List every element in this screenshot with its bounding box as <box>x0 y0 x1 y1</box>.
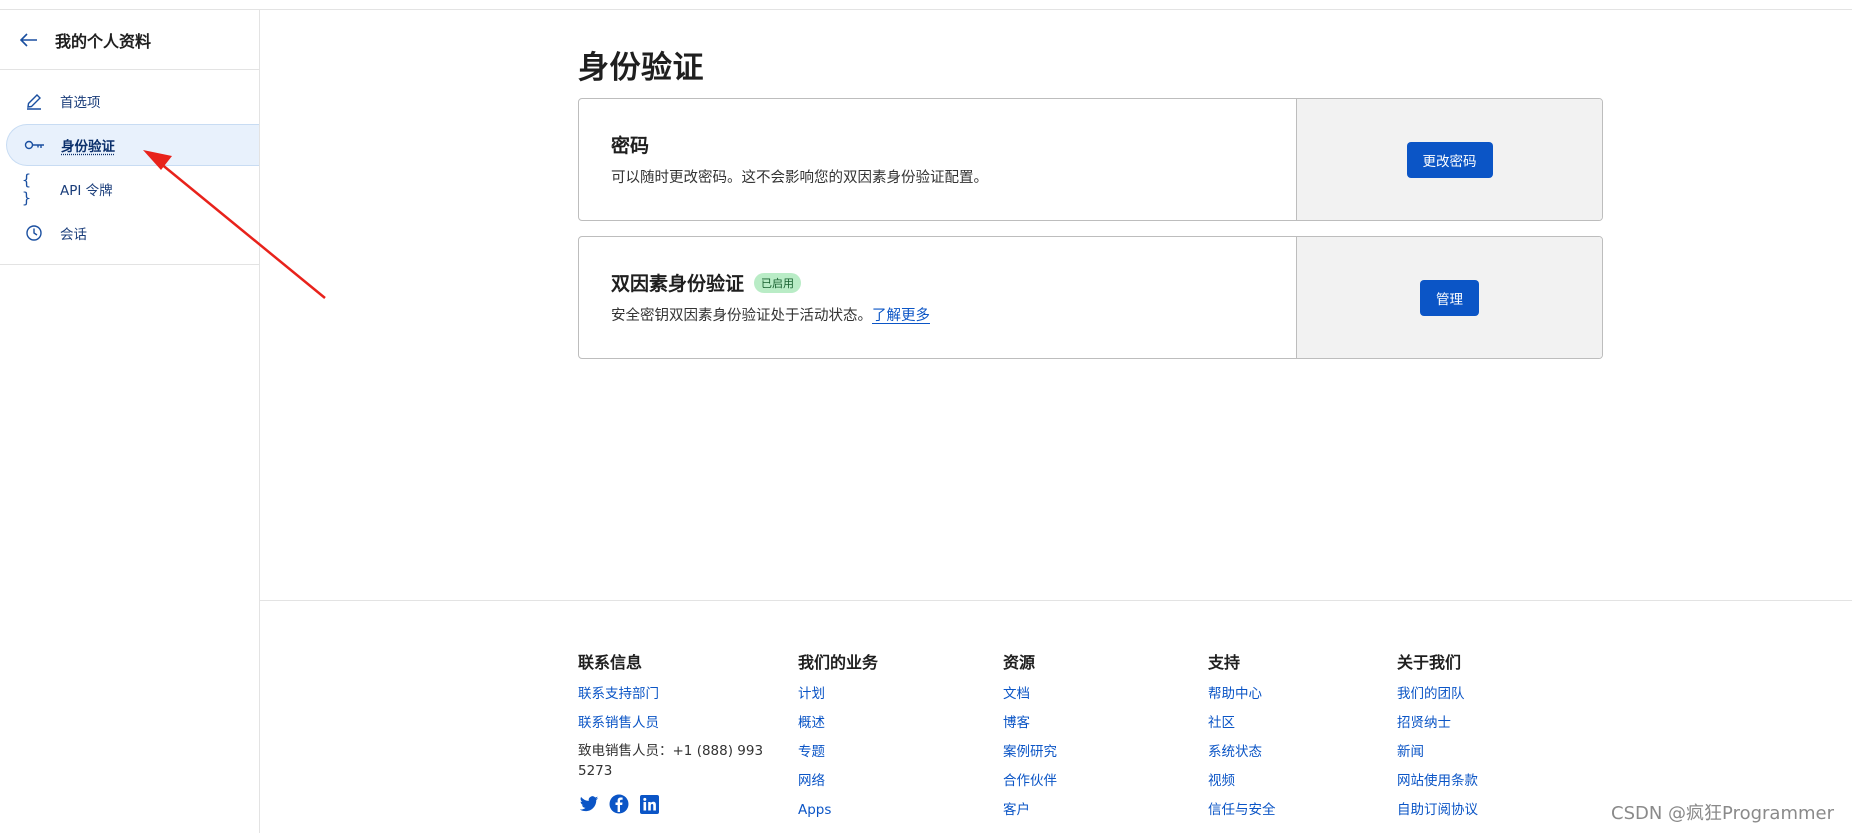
password-card-actions: 更改密码 <box>1296 99 1602 220</box>
footer-column-support: 支持 帮助中心 社区 系统状态 视频 信任与安全 <box>1208 649 1276 828</box>
footer-link[interactable]: 案例研究 <box>1003 741 1057 770</box>
footer-link[interactable]: 概述 <box>798 712 878 741</box>
twitter-icon[interactable] <box>578 793 600 815</box>
pencil-icon <box>22 89 46 113</box>
footer-link[interactable]: 网络 <box>798 770 878 799</box>
twofa-card-title: 双因素身份验证 已启用 <box>611 269 1264 296</box>
sidebar-item-label: API 令牌 <box>60 183 113 199</box>
footer-heading: 我们的业务 <box>798 653 879 672</box>
footer-heading: 资源 <box>1003 653 1036 672</box>
footer-link[interactable]: 联系销售人员 <box>578 712 768 741</box>
learn-more-link[interactable]: 了解更多 <box>872 308 930 324</box>
page-title: 身份验证 <box>578 50 704 86</box>
footer-column-about: 关于我们 我们的团队 招贤纳士 新闻 网站使用条款 自助订阅协议 <box>1397 649 1478 828</box>
twofa-card-actions: 管理 <box>1296 237 1602 358</box>
footer-link[interactable]: 我们的团队 <box>1397 683 1478 712</box>
footer-column-business: 我们的业务 计划 概述 专题 网络 Apps <box>798 649 878 828</box>
back-arrow-icon[interactable] <box>18 29 40 51</box>
sidebar-item-preferences[interactable]: 首选项 <box>6 80 259 122</box>
twofa-description-text: 安全密钥双因素身份验证处于活动状态。 <box>611 308 872 324</box>
sidebar-item-label: 身份验证 <box>61 139 115 155</box>
key-icon <box>23 133 47 157</box>
footer-heading: 支持 <box>1208 653 1241 672</box>
clock-icon <box>22 221 46 245</box>
footer-column-resources: 资源 文档 博客 案例研究 合作伙伴 客户 <box>1003 649 1057 828</box>
password-card-body: 密码 可以随时更改密码。这不会影响您的双因素身份验证配置。 <box>579 99 1296 220</box>
braces-icon: { } <box>22 171 32 207</box>
sidebar-header: 我的个人资料 <box>0 10 259 70</box>
footer-link[interactable]: 信任与安全 <box>1208 799 1276 828</box>
password-title-text: 密码 <box>611 135 650 157</box>
footer-link[interactable]: 联系支持部门 <box>578 683 768 712</box>
sidebar-item-label: 首选项 <box>60 95 101 111</box>
footer-link[interactable]: 视频 <box>1208 770 1276 799</box>
footer-link[interactable]: 专题 <box>798 741 878 770</box>
footer-link[interactable]: 社区 <box>1208 712 1276 741</box>
linkedin-icon[interactable] <box>638 793 660 815</box>
footer-link[interactable]: 文档 <box>1003 683 1057 712</box>
twofa-card-body: 双因素身份验证 已启用 安全密钥双因素身份验证处于活动状态。了解更多 <box>579 237 1296 358</box>
footer-link[interactable]: 计划 <box>798 683 878 712</box>
footer-link[interactable]: 系统状态 <box>1208 741 1276 770</box>
twofa-title-text: 双因素身份验证 <box>611 273 745 295</box>
sidebar-nav: 首选项 身份验证 { } API 令牌 会话 <box>0 70 259 265</box>
sidebar-title: 我的个人资料 <box>55 31 152 51</box>
watermark: CSDN @疯狂Programmer <box>1611 803 1834 824</box>
password-card-description: 可以随时更改密码。这不会影响您的双因素身份验证配置。 <box>611 170 988 186</box>
footer-heading: 联系信息 <box>578 653 643 672</box>
footer-column-contact: 联系信息 联系支持部门 联系销售人员 致电销售人员：+1 (888) 993 5… <box>578 649 768 815</box>
footer-link[interactable]: 招贤纳士 <box>1397 712 1478 741</box>
facebook-icon[interactable] <box>608 793 630 815</box>
footer-link[interactable]: 新闻 <box>1397 741 1478 770</box>
password-card-title: 密码 <box>611 131 1264 158</box>
sales-phone-text: 致电销售人员：+1 (888) 993 5273 <box>578 743 764 779</box>
footer-link[interactable]: 合作伙伴 <box>1003 770 1057 799</box>
password-card: 密码 可以随时更改密码。这不会影响您的双因素身份验证配置。 更改密码 <box>578 98 1603 221</box>
sidebar-item-authentication[interactable]: 身份验证 <box>6 124 259 166</box>
footer-link[interactable]: 客户 <box>1003 799 1057 828</box>
sidebar-item-api-tokens[interactable]: { } API 令牌 <box>6 168 259 210</box>
footer-heading: 关于我们 <box>1397 653 1462 672</box>
twofa-card: 双因素身份验证 已启用 安全密钥双因素身份验证处于活动状态。了解更多 管理 <box>578 236 1603 359</box>
footer-link[interactable]: 自助订阅协议 <box>1397 799 1478 828</box>
sidebar: 我的个人资料 首选项 身份验证 { } API 令牌 会话 <box>0 10 260 833</box>
main-content: 身份验证 密码 可以随时更改密码。这不会影响您的双因素身份验证配置。 更改密码 … <box>260 10 1852 600</box>
sidebar-item-label: 会话 <box>60 227 87 243</box>
twofa-card-description: 安全密钥双因素身份验证处于活动状态。了解更多 <box>611 304 1264 325</box>
footer-link[interactable]: 帮助中心 <box>1208 683 1276 712</box>
manage-button[interactable]: 管理 <box>1420 279 1479 316</box>
footer-link[interactable]: 博客 <box>1003 712 1057 741</box>
footer-link[interactable]: 网站使用条款 <box>1397 770 1478 799</box>
social-links <box>578 793 768 815</box>
sidebar-item-sessions[interactable]: 会话 <box>6 212 259 254</box>
change-password-button[interactable]: 更改密码 <box>1406 141 1493 178</box>
status-badge: 已启用 <box>754 272 802 293</box>
footer-link[interactable]: Apps <box>798 799 878 828</box>
